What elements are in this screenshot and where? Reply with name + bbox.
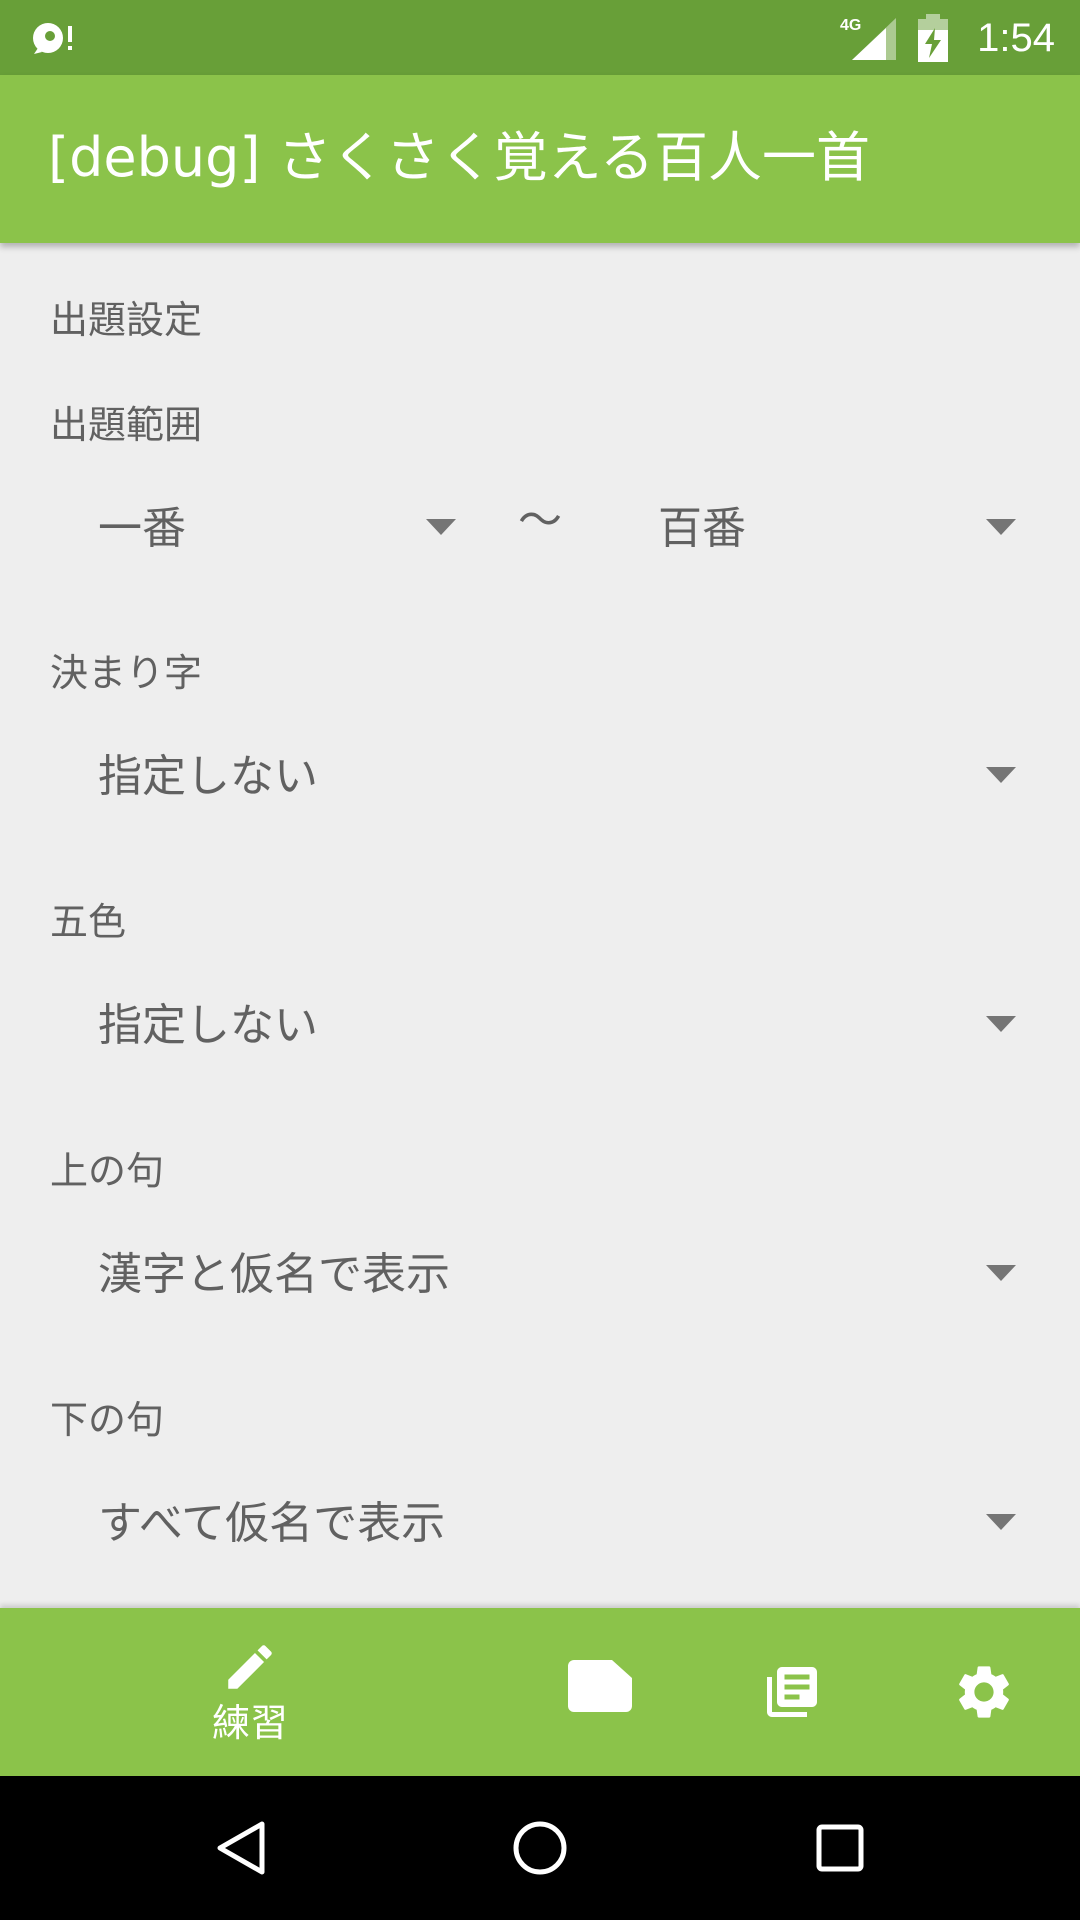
- status-bar: 4G 1:54: [0, 0, 1080, 75]
- network-type-label: 4G: [840, 17, 861, 34]
- system-navigation-bar: [0, 1776, 1080, 1920]
- status-time: 1:54: [977, 16, 1055, 60]
- battery-charging-icon: [918, 14, 948, 62]
- gear-icon: [959, 1666, 1009, 1718]
- notification-alert-icon: [33, 23, 72, 54]
- nav-library-tab[interactable]: [712, 1608, 872, 1776]
- pencil-icon: [228, 1645, 272, 1689]
- shimo-no-ku-value: すべて仮名で表示: [98, 1498, 446, 1549]
- nav-practice-label: 練習: [211, 1701, 288, 1745]
- dropdown-arrow-icon: [986, 1514, 1016, 1530]
- cell-signal-icon: 4G: [840, 17, 896, 60]
- section-title: 出題設定: [50, 298, 203, 342]
- range-label: 出題範囲: [50, 403, 203, 447]
- kami-no-ku-spinner[interactable]: 漢字と仮名で表示: [50, 1229, 1030, 1319]
- settings-panel: 出題設定 出題範囲 一番 ～ 百番 決まり字 指定しない 五色 指定しない 上の…: [0, 243, 1080, 1608]
- dropdown-arrow-icon: [986, 1016, 1016, 1032]
- range-to-value: 百番: [658, 503, 746, 554]
- dropdown-arrow-icon: [986, 519, 1016, 535]
- kimariji-value: 指定しない: [98, 751, 318, 802]
- app-title: [debug] さくさく覚える百人一首: [48, 126, 870, 189]
- bottom-navigation: 練習: [0, 1608, 1080, 1776]
- kami-no-ku-value: 漢字と仮名で表示: [98, 1249, 450, 1300]
- card-icon: [568, 1660, 632, 1712]
- nav-practice-tab[interactable]: 練習: [150, 1608, 350, 1776]
- nav-settings-tab[interactable]: [904, 1608, 1064, 1776]
- goshiki-value: 指定しない: [98, 1000, 318, 1051]
- range-from-value: 一番: [98, 503, 186, 554]
- recents-icon[interactable]: [816, 1824, 864, 1872]
- shimo-no-ku-spinner[interactable]: すべて仮名で表示: [50, 1478, 1030, 1568]
- goshiki-label: 五色: [50, 900, 127, 944]
- shimo-no-ku-label: 下の句: [50, 1398, 165, 1442]
- dropdown-arrow-icon: [986, 1265, 1016, 1281]
- goshiki-spinner[interactable]: 指定しない: [50, 980, 1030, 1070]
- nav-card-tab[interactable]: [520, 1608, 680, 1776]
- range-separator: ～: [518, 495, 562, 546]
- kami-no-ku-label: 上の句: [50, 1149, 165, 1193]
- range-from-spinner[interactable]: 一番: [50, 483, 470, 573]
- kimariji-spinner[interactable]: 指定しない: [50, 731, 1030, 821]
- dropdown-arrow-icon: [426, 519, 456, 535]
- dropdown-arrow-icon: [986, 767, 1016, 783]
- back-icon[interactable]: [212, 1820, 268, 1876]
- library-icon: [767, 1667, 817, 1717]
- home-icon[interactable]: [512, 1820, 568, 1876]
- range-to-spinner[interactable]: 百番: [610, 483, 1030, 573]
- kimariji-label: 決まり字: [50, 651, 203, 695]
- app-bar: [debug] さくさく覚える百人一首: [0, 75, 1080, 243]
